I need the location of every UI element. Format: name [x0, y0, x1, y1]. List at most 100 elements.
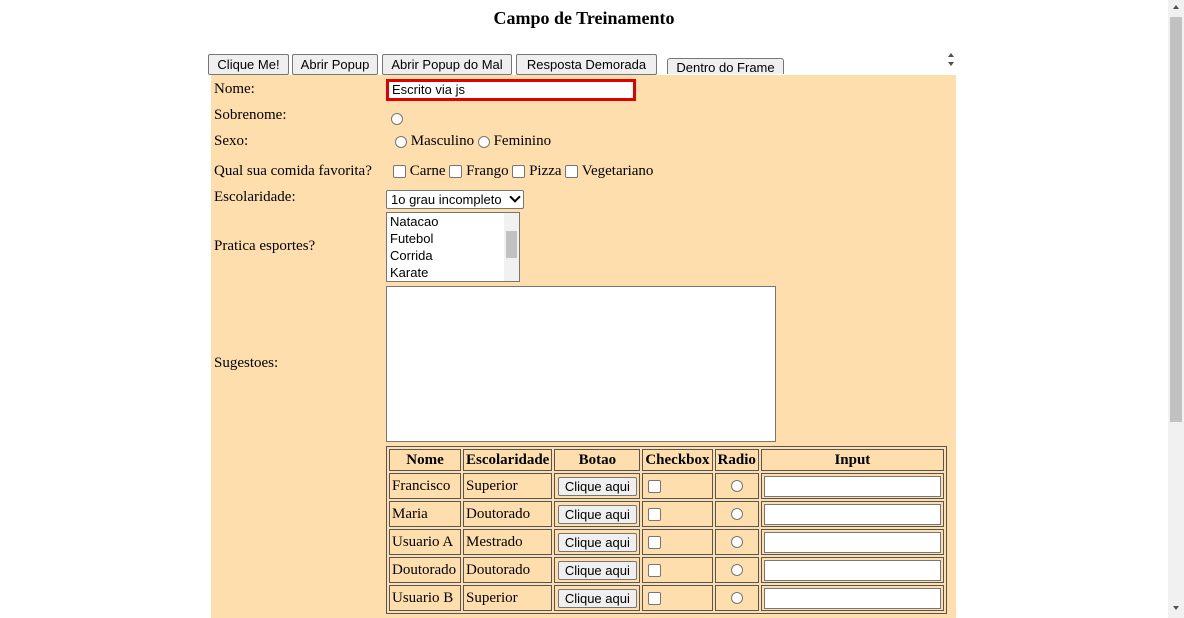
- page-title: Campo de Treinamento: [493, 8, 675, 28]
- row-radio[interactable]: [730, 536, 743, 549]
- header-nome: Nome: [389, 449, 461, 471]
- carne-label: Carne: [409, 163, 446, 179]
- carne-checkbox[interactable]: [393, 165, 406, 179]
- row-botao-cell: Clique aqui: [554, 557, 641, 583]
- row-input[interactable]: [763, 559, 941, 581]
- row-input-cell: [760, 585, 944, 611]
- row-radio[interactable]: [730, 480, 743, 493]
- row-input-cell: [760, 557, 944, 583]
- masculino-radio[interactable]: [395, 135, 407, 148]
- table-row: Usuario A Mestrado Clique aqui: [389, 529, 944, 555]
- frame-button-partial[interactable]: Dentro do Frame: [667, 58, 784, 74]
- header-input: Input: [760, 449, 944, 471]
- row-botao-cell: Clique aqui: [554, 529, 641, 555]
- esporte-option[interactable]: Karate: [387, 264, 519, 281]
- row-radio[interactable]: [730, 508, 743, 521]
- feminino-radio[interactable]: [477, 135, 490, 148]
- vegetariano-checkbox[interactable]: [565, 165, 579, 179]
- row-checkbox[interactable]: [648, 507, 662, 521]
- row-checkbox[interactable]: [648, 535, 662, 549]
- row-radio[interactable]: [730, 564, 743, 577]
- row-checkbox[interactable]: [648, 563, 662, 577]
- row-input[interactable]: [763, 587, 941, 609]
- pizza-checkbox[interactable]: [512, 165, 526, 179]
- listbox-scroll-thumb[interactable]: [506, 231, 517, 258]
- row-radio-cell: [714, 585, 759, 611]
- row-nome: Usuario A: [389, 529, 461, 555]
- pizza-label: Pizza: [529, 163, 562, 179]
- row-input[interactable]: [763, 475, 941, 497]
- row-botao-cell: Clique aqui: [554, 585, 641, 611]
- comida-label: Qual sua comida favorita?: [214, 163, 372, 179]
- users-table: Nome Escolaridade Botao Checkbox Radio I…: [386, 446, 947, 614]
- frango-checkbox[interactable]: [449, 165, 463, 179]
- abrir-popup-button[interactable]: Abrir Popup: [292, 54, 378, 75]
- row-escolaridade: Superior: [463, 473, 553, 499]
- row-checkbox-cell: [642, 473, 713, 499]
- row-input[interactable]: [763, 503, 941, 525]
- nome-input[interactable]: Escrito via js: [386, 79, 636, 101]
- table-row: Maria Doutorado Clique aqui: [389, 501, 944, 527]
- esportes-listbox[interactable]: Natacao Futebol Corrida Karate: [386, 212, 520, 282]
- scroll-up-icon[interactable]: [948, 53, 954, 57]
- row-nome: Doutorado: [389, 557, 461, 583]
- training-form: Nome: Escrito via js Sobrenome: Sexo: Ma…: [211, 75, 956, 618]
- clique-me-button[interactable]: Clique Me!: [208, 54, 289, 75]
- row-input[interactable]: [763, 531, 941, 553]
- escolaridade-selected-value: 1o grau incompleto: [391, 192, 502, 207]
- escolaridade-select[interactable]: 1o grau incompleto: [386, 190, 524, 209]
- row-checkbox[interactable]: [648, 479, 662, 493]
- row-checkbox-cell: [642, 557, 713, 583]
- chevron-down-icon: [509, 191, 521, 203]
- page-scroll-thumb[interactable]: [1170, 17, 1182, 422]
- clique-aqui-button[interactable]: Clique aqui: [557, 560, 637, 580]
- table-header-row: Nome Escolaridade Botao Checkbox Radio I…: [389, 449, 944, 471]
- row-nome: Maria: [389, 501, 461, 527]
- clique-aqui-button[interactable]: Clique aqui: [557, 476, 637, 496]
- row-nome: Francisco: [389, 473, 461, 499]
- esporte-option[interactable]: Futebol: [387, 230, 519, 247]
- table-row: Usuario B Superior Clique aqui: [389, 585, 944, 611]
- vegetariano-label: Vegetariano: [581, 163, 654, 179]
- table-row: Doutorado Doutorado Clique aqui: [389, 557, 944, 583]
- scroll-up-icon[interactable]: [1173, 5, 1179, 9]
- header-escolaridade: Escolaridade: [463, 449, 553, 471]
- row-checkbox-cell: [642, 529, 713, 555]
- esporte-option[interactable]: Natacao: [387, 213, 519, 230]
- row-botao-cell: Clique aqui: [554, 501, 641, 527]
- clique-aqui-button[interactable]: Clique aqui: [557, 504, 637, 524]
- esporte-option[interactable]: Corrida: [387, 247, 519, 264]
- row-input-cell: [760, 529, 944, 555]
- row-input-cell: [760, 473, 944, 499]
- row-botao-cell: Clique aqui: [554, 473, 641, 499]
- row-checkbox-cell: [642, 501, 713, 527]
- masculino-label: Masculino: [410, 133, 475, 149]
- row-radio-cell: [714, 501, 759, 527]
- sobrenome-radio[interactable]: [391, 112, 403, 125]
- row-checkbox[interactable]: [648, 591, 662, 605]
- scroll-down-icon[interactable]: [1173, 606, 1179, 610]
- row-radio-cell: [714, 529, 759, 555]
- abrir-popup-do-mal-button[interactable]: Abrir Popup do Mal: [382, 54, 512, 75]
- row-escolaridade: Superior: [463, 585, 553, 611]
- clique-aqui-button[interactable]: Clique aqui: [557, 532, 637, 552]
- row-escolaridade: Doutorado: [463, 501, 553, 527]
- clique-aqui-button[interactable]: Clique aqui: [557, 588, 637, 608]
- resposta-demorada-button[interactable]: Resposta Demorada: [516, 54, 657, 75]
- row-nome: Usuario B: [389, 585, 461, 611]
- sugestoes-textarea[interactable]: [386, 286, 776, 442]
- frango-label: Frango: [466, 163, 509, 179]
- esportes-label: Pratica esportes?: [214, 238, 316, 254]
- row-escolaridade: Mestrado: [463, 529, 553, 555]
- page-scrollbar[interactable]: [1168, 0, 1184, 618]
- scroll-down-icon[interactable]: [948, 62, 954, 66]
- header-botao: Botao: [554, 449, 641, 471]
- nome-label: Nome:: [214, 81, 255, 97]
- row-radio[interactable]: [730, 592, 743, 605]
- header-checkbox: Checkbox: [642, 449, 713, 471]
- row-radio-cell: [714, 473, 759, 499]
- frame-scroll-arrows[interactable]: [944, 50, 958, 70]
- sobrenome-label: Sobrenome:: [214, 107, 287, 123]
- row-radio-cell: [714, 557, 759, 583]
- feminino-label: Feminino: [493, 133, 552, 149]
